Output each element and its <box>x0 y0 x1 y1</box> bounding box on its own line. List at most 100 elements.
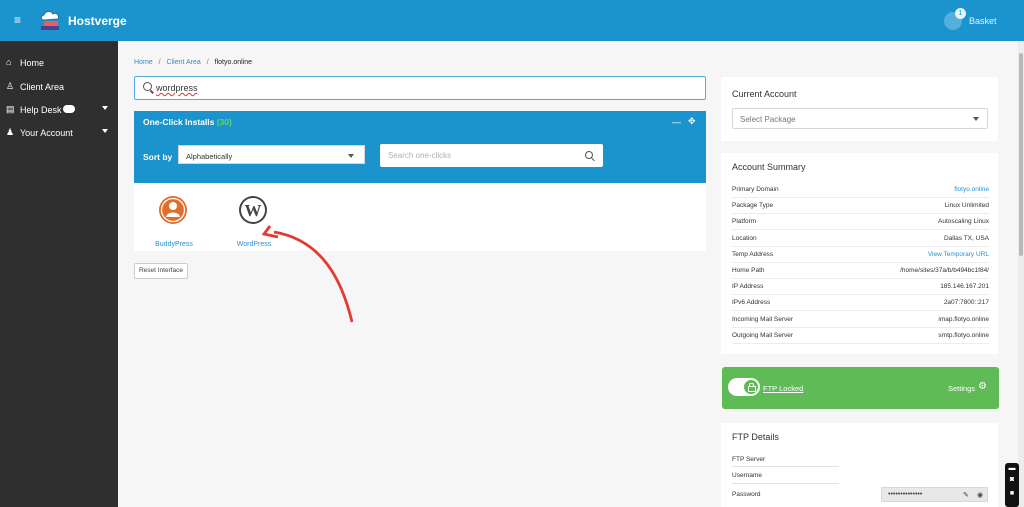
summary-value: /home/sites/37a/b/b494bc1f84/ <box>900 267 989 274</box>
summary-value[interactable]: View Temporary URL <box>928 251 989 258</box>
one-click-count: (30) <box>216 117 232 127</box>
summary-row: Temp Address View Temporary URL <box>732 247 989 263</box>
ftp-server-label: FTP Server <box>732 456 766 463</box>
summary-label: Outgoing Mail Server <box>732 331 794 339</box>
client-icon: ♙ <box>6 81 15 91</box>
summary-row: Package Type Linux Unlimited <box>732 198 989 215</box>
breadcrumb-separator: / <box>158 59 161 66</box>
sidebar-item-home[interactable]: ⌂ Home <box>0 52 118 74</box>
ftp-status-link[interactable]: FTP Locked <box>763 384 803 393</box>
summary-label: Platform <box>732 218 757 226</box>
summary-label: IPv6 Address <box>732 299 771 307</box>
ftp-lock-toggle[interactable] <box>728 378 760 396</box>
sidebar: ⌂ Home ♙ Client Area ▤ Help Desk ♟ Your … <box>0 41 118 507</box>
one-click-title: One-Click Installs (30) <box>143 117 232 127</box>
summary-row: Incoming Mail Server imap.flotyo.online <box>732 312 989 328</box>
buddypress-icon[interactable] <box>158 195 188 225</box>
account-summary-card: Account Summary Primary Domain flotyo.onl… <box>721 153 998 354</box>
move-icon[interactable]: ✥ <box>688 116 696 127</box>
current-account-card: Current Account Select Package <box>721 77 998 141</box>
app-label[interactable]: BuddyPress <box>146 241 202 248</box>
package-select-label: Select Package <box>740 115 796 124</box>
breadcrumb-client-area[interactable]: Client Area <box>167 59 201 66</box>
one-click-search-placeholder: Search one-clicks <box>388 151 452 160</box>
summary-row: Primary Domain flotyo.online <box>732 182 989 198</box>
summary-label: Home Path <box>732 267 765 274</box>
search-icon <box>143 82 152 91</box>
summary-row: Outgoing Mail Server smtp.flotyo.online <box>732 328 989 344</box>
ftp-lock-panel: FTP Locked Settings ⚙ <box>722 367 999 409</box>
basket-label[interactable]: Basket <box>969 16 997 26</box>
one-click-installs-panel: One-Click Installs (30) — ✥ Sort by Alph… <box>134 111 706 183</box>
top-bar: ≡ Hostverge 1 Basket <box>0 0 1024 41</box>
ftp-details-title: FTP Details <box>732 432 779 442</box>
breadcrumb-separator: / <box>206 59 209 66</box>
chevron-down-icon <box>348 154 354 158</box>
ftp-settings-link[interactable]: Settings <box>948 384 975 393</box>
search-value[interactable]: wordpress <box>156 83 198 93</box>
summary-row: Platform Autoscaling Linux <box>732 214 989 231</box>
summary-label: Location <box>732 234 757 242</box>
sidebar-item-client-area[interactable]: ♙ Client Area <box>0 76 118 98</box>
help-desk-toggle[interactable] <box>63 105 75 113</box>
eye-icon[interactable]: ◉ <box>977 491 983 499</box>
chevron-down-icon[interactable] <box>102 106 108 110</box>
summary-value[interactable]: flotyo.online <box>954 186 989 193</box>
divider <box>732 466 839 467</box>
scrollbar-thumb[interactable] <box>1019 53 1023 256</box>
summary-row: IPv6 Address 2a07:7800::217 <box>732 295 989 312</box>
account-summary-title: Account Summary <box>732 162 806 172</box>
package-select[interactable]: Select Package <box>732 108 988 129</box>
menu-icon[interactable]: ≡ <box>14 13 21 27</box>
summary-label: Incoming Mail Server <box>732 315 794 323</box>
edit-icon[interactable]: ✎ <box>963 491 969 499</box>
password-field[interactable]: •••••••••••••• ✎ ◉ <box>881 487 988 502</box>
summary-row: Home Path/home/sites/37a/b/b494bc1f84/ <box>732 263 989 279</box>
breadcrumb-current: flotyo.online <box>214 59 253 66</box>
one-click-title-text: One-Click Installs <box>143 117 215 127</box>
apps-panel: BuddyPress W WordPress <box>134 183 706 251</box>
summary-value: 2a07:7800::217 <box>943 299 989 307</box>
chevron-down-icon[interactable] <box>102 129 108 133</box>
app-tile-buddypress[interactable]: BuddyPress <box>146 195 202 248</box>
username-label: Username <box>732 472 762 479</box>
chevron-down-icon <box>973 117 979 121</box>
summary-label: Temp Address <box>732 250 774 258</box>
account-icon: ♟ <box>6 127 15 137</box>
password-mask: •••••••••••••• <box>888 491 923 498</box>
video-icon[interactable]: ■ <box>1007 490 1017 499</box>
summary-value: Dallas TX, USA <box>943 234 989 242</box>
summary-value: smtp.flotyo.online <box>938 331 989 339</box>
camera-icon[interactable]: ◙ <box>1007 476 1017 485</box>
floating-tools: ▬ ◙ ■ <box>1005 463 1019 507</box>
summary-label: Package Type <box>732 202 774 210</box>
annotation-arrow <box>262 225 354 323</box>
breadcrumb-home[interactable]: Home <box>134 59 153 66</box>
hostverge-logo[interactable] <box>38 9 62 31</box>
lock-icon <box>744 380 758 394</box>
sort-select[interactable]: Alphabetically <box>178 145 365 164</box>
sort-label: Sort by <box>143 152 173 162</box>
password-label: Password <box>732 491 761 498</box>
summary-row: IP Address 185.146.167.201 <box>732 279 989 296</box>
sidebar-item-label: Client Area <box>20 82 65 92</box>
one-click-search-input[interactable]: Search one-clicks <box>380 144 603 167</box>
sidebar-item-help-desk[interactable]: ▤ Help Desk <box>0 99 118 121</box>
gear-icon[interactable]: ⚙ <box>978 381 987 392</box>
summary-value: Linux Unlimited <box>944 202 989 210</box>
sort-value: Alphabetically <box>186 152 233 161</box>
svg-text:W: W <box>245 201 262 220</box>
reset-interface-button[interactable]: Reset Interface <box>134 263 188 279</box>
tool-icon[interactable]: ▬ <box>1007 465 1017 474</box>
sidebar-item-your-account[interactable]: ♟ Your Account <box>0 122 118 144</box>
breadcrumb: Home / Client Area / flotyo.online <box>134 59 256 66</box>
search-input[interactable]: wordpress <box>134 76 706 100</box>
divider <box>732 483 839 484</box>
sidebar-item-label: Help Desk <box>20 105 62 115</box>
minimize-icon[interactable]: — <box>672 117 681 127</box>
summary-value: 185.146.167.201 <box>940 283 989 291</box>
search-icon[interactable] <box>585 151 593 159</box>
sidebar-item-label: Your Account <box>20 128 73 138</box>
summary-label: Primary Domain <box>732 186 779 193</box>
page-scrollbar[interactable] <box>1018 41 1024 507</box>
